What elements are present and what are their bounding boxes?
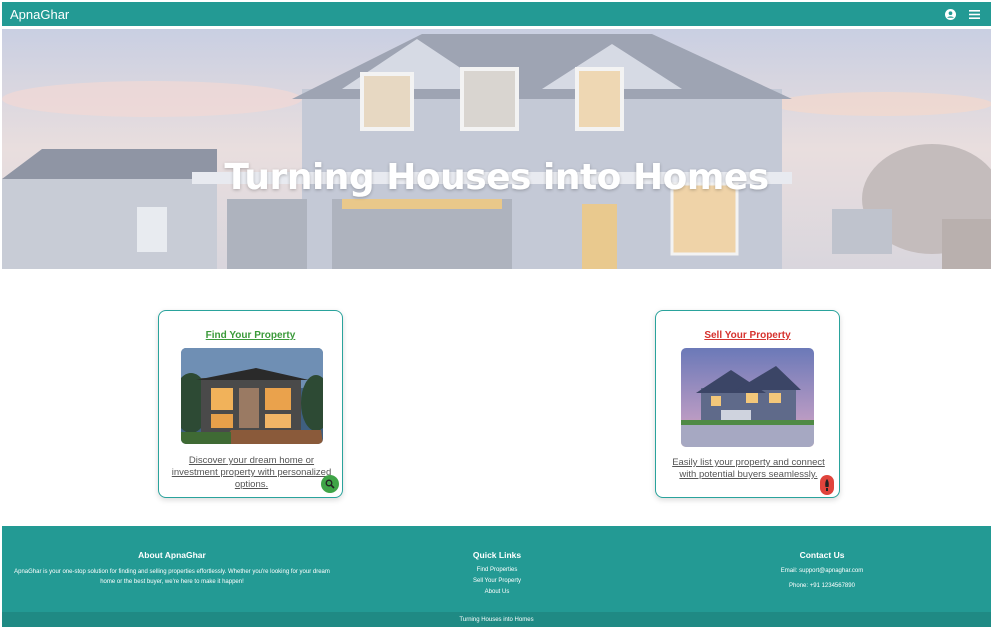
find-property-card[interactable]: Find Your Property Discover your dream h… — [158, 310, 343, 498]
nav-icons — [943, 7, 981, 21]
footer-bottom-bar: Turning Houses into Homes — [2, 612, 991, 627]
footer-link-about-us[interactable]: About Us — [432, 587, 562, 598]
hero-house-image — [2, 29, 991, 269]
sell-property-title[interactable]: Sell Your Property — [656, 330, 839, 341]
rocket-icon — [825, 479, 829, 491]
footer-contact-email[interactable]: Email: support@apnaghar.com — [742, 566, 902, 576]
footer-about: About ApnaGhar ApnaGhar is your one-stop… — [12, 550, 332, 587]
top-navbar: ApnaGhar — [2, 2, 991, 26]
search-icon — [325, 479, 335, 489]
footer: About ApnaGhar ApnaGhar is your one-stop… — [2, 526, 991, 627]
footer-links-heading: Quick Links — [472, 550, 522, 560]
find-property-title[interactable]: Find Your Property — [159, 330, 342, 341]
sell-property-image — [681, 348, 814, 447]
footer-link-sell-property[interactable]: Sell Your Property — [432, 576, 562, 587]
find-property-image — [181, 348, 323, 444]
footer-contact-phone[interactable]: Phone: +91 1234567890 — [742, 581, 902, 591]
footer-contact: Contact Us Email: support@apnaghar.com P… — [742, 550, 902, 591]
hero-title: Turning Houses into Homes — [224, 157, 769, 198]
brand-logo[interactable]: ApnaGhar — [10, 7, 69, 22]
find-property-description[interactable]: Discover your dream home or investment p… — [167, 455, 336, 491]
footer-about-text: ApnaGhar is your one-stop solution for f… — [14, 569, 330, 585]
footer-about-heading: About ApnaGhar — [138, 550, 206, 560]
footer-contact-heading: Contact Us — [799, 550, 845, 560]
sell-property-description[interactable]: Easily list your property and connect wi… — [664, 457, 833, 481]
hamburger-menu-icon[interactable] — [967, 7, 981, 21]
footer-link-find-properties[interactable]: Find Properties — [432, 565, 562, 576]
hero-banner: Turning Houses into Homes — [2, 29, 991, 269]
footer-quick-links: Quick Links Find Properties Sell Your Pr… — [432, 550, 562, 598]
find-property-button[interactable] — [321, 475, 339, 493]
sell-property-button[interactable] — [820, 475, 834, 495]
user-circle-icon[interactable] — [943, 7, 957, 21]
sell-property-card[interactable]: Sell Your Property Easily list your prop… — [655, 310, 840, 498]
